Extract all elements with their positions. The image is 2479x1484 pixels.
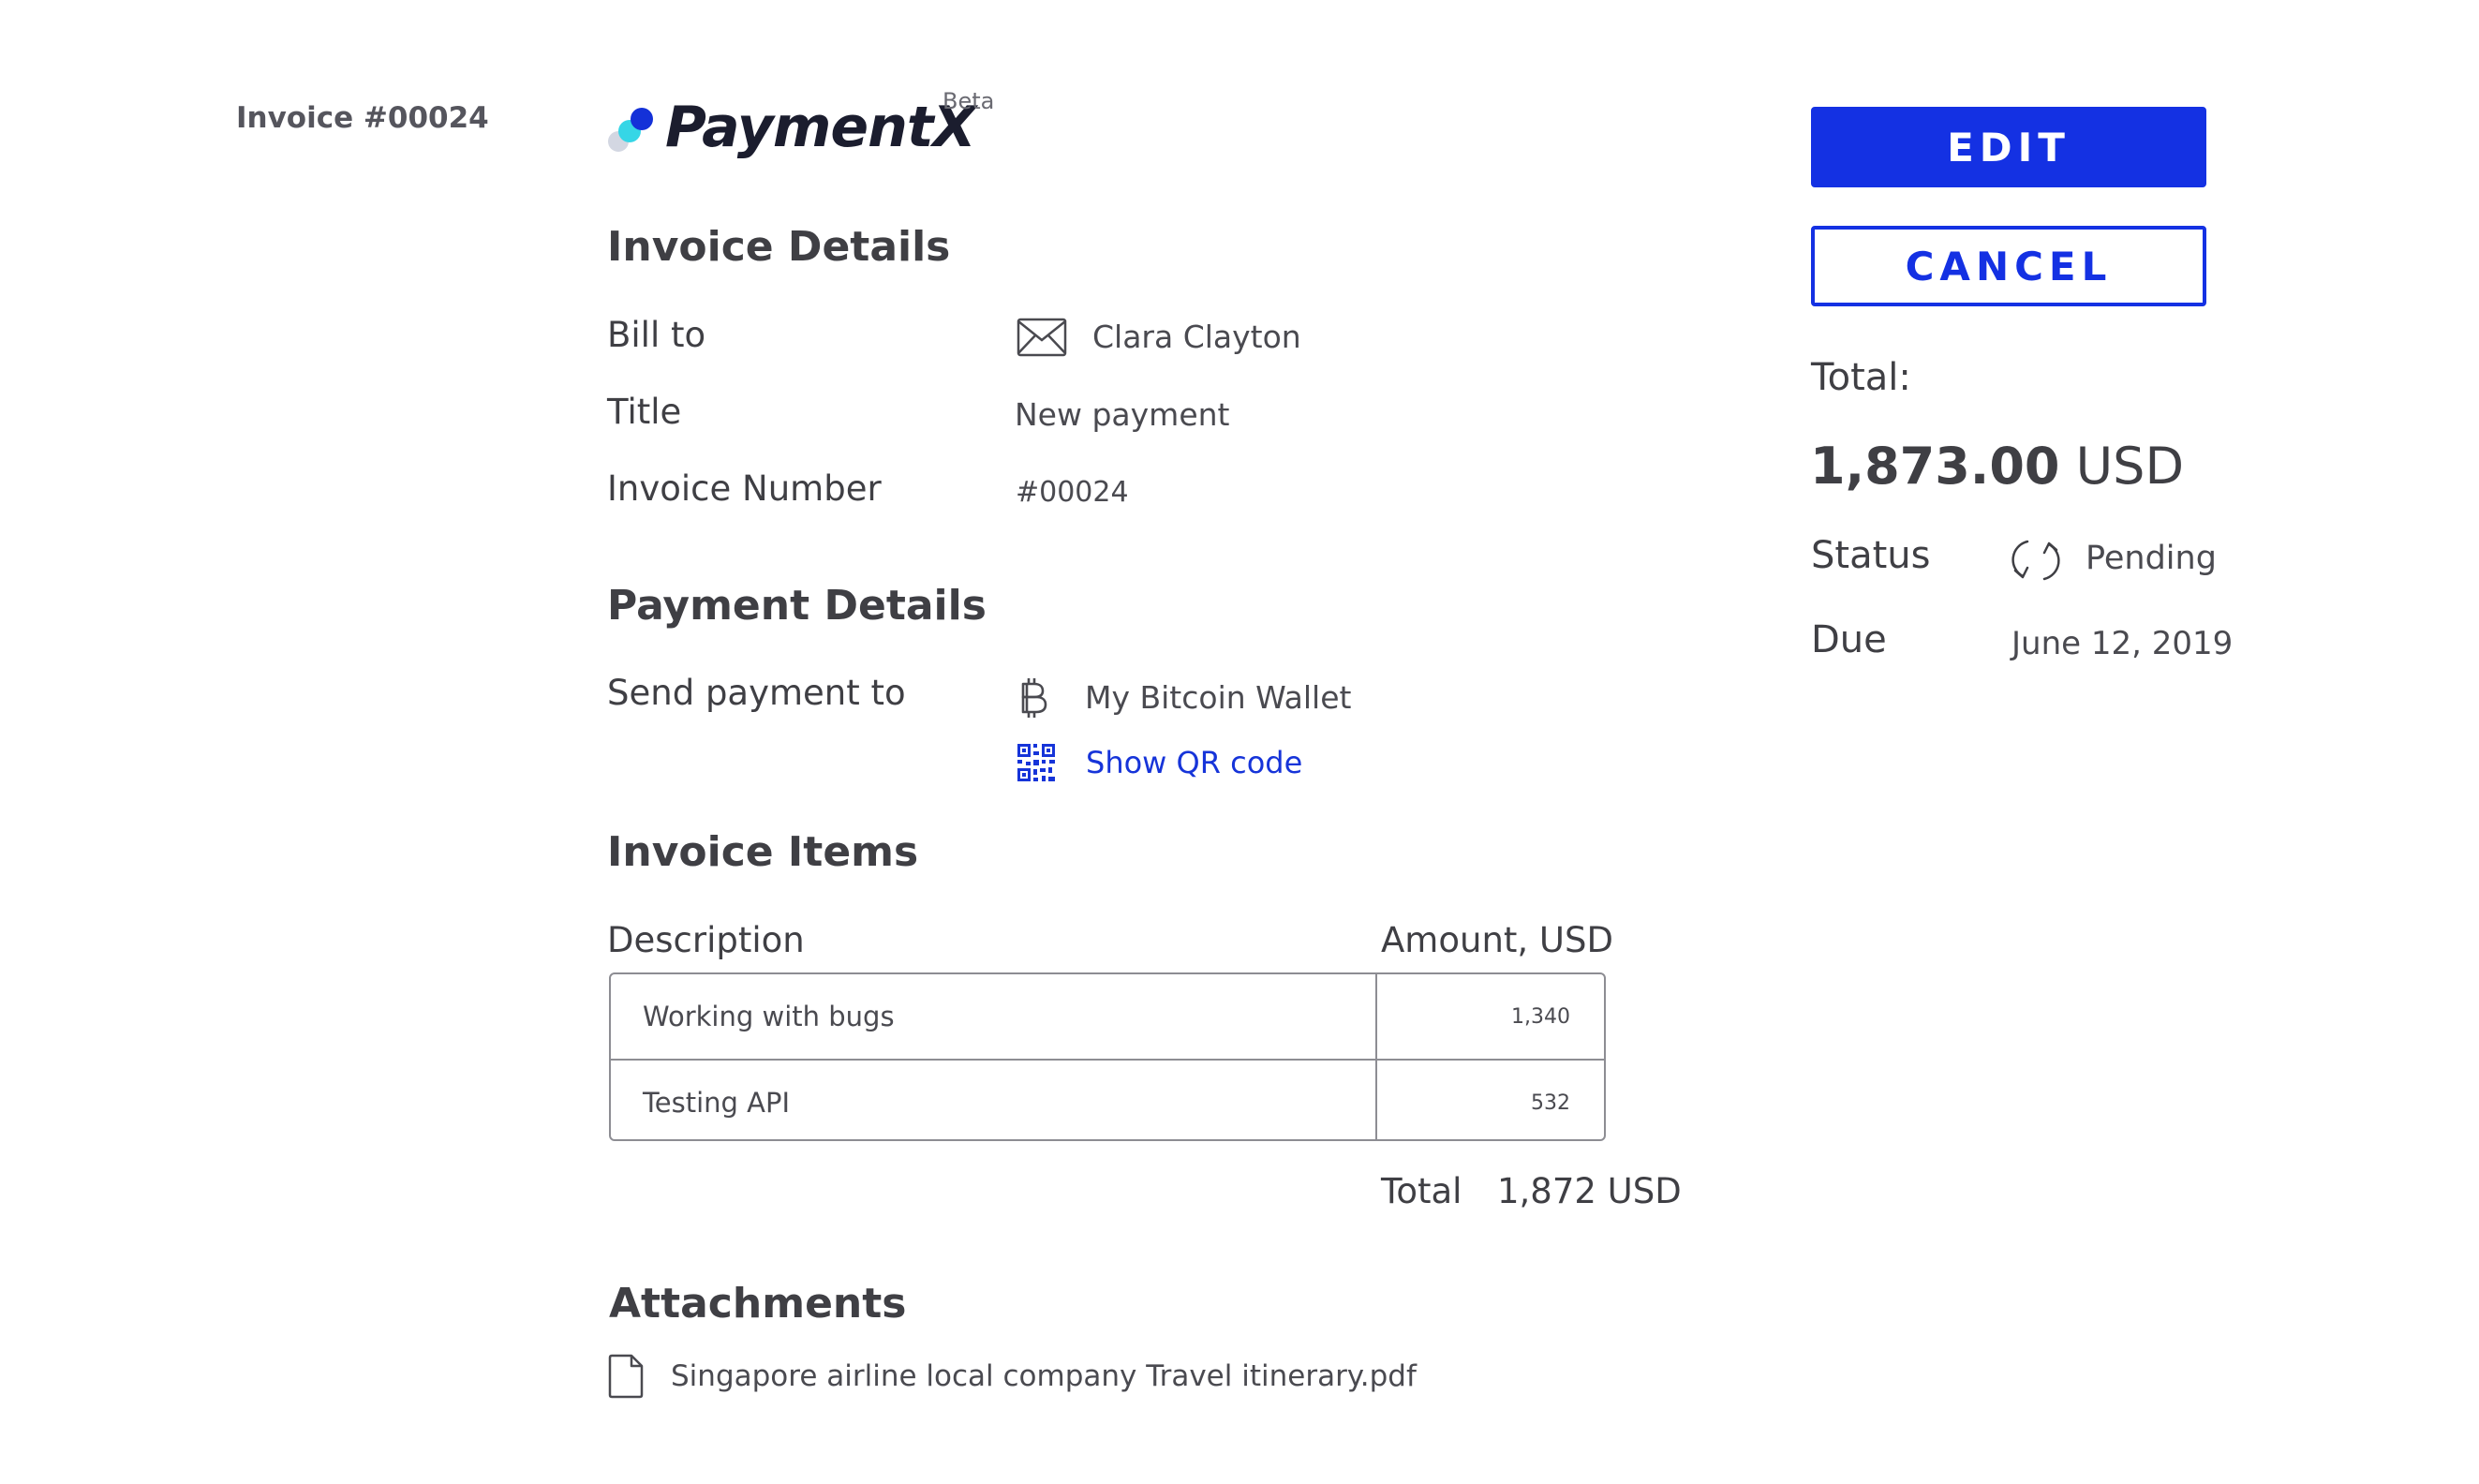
edit-button[interactable]: EDIT	[1811, 107, 2206, 187]
beta-badge: Beta	[943, 88, 995, 114]
invoice-items-table: Working with bugs 1,340 Testing API 532	[609, 972, 1606, 1141]
item-amount: 1,340	[1511, 1004, 1570, 1029]
due-date-value: June 12, 2019	[2011, 625, 2234, 662]
attachment-file-link[interactable]: Singapore airline local company Travel i…	[671, 1359, 1417, 1393]
column-header-amount: Amount, USD	[1381, 920, 1613, 960]
bill-to-value: Clara Clayton	[1092, 319, 1301, 355]
summary-total-amount: 1,873.00 USD	[1810, 437, 2184, 496]
table-row: Working with bugs 1,340	[611, 974, 1604, 1059]
title-value: New payment	[1015, 396, 1230, 433]
title-label: Title	[607, 392, 682, 432]
item-amount: 532	[1531, 1091, 1570, 1115]
send-payment-label: Send payment to	[607, 673, 906, 713]
brand-logo: PaymentX	[605, 90, 976, 165]
show-qr-code-link[interactable]: Show QR code	[1086, 745, 1302, 780]
envelope-icon	[1017, 318, 1067, 361]
item-description: Testing API	[611, 1061, 1377, 1139]
summary-total-label: Total:	[1811, 356, 1911, 399]
attachments-heading: Attachments	[609, 1280, 907, 1328]
wallet-name: My Bitcoin Wallet	[1085, 679, 1352, 716]
bitcoin-icon	[1017, 676, 1048, 723]
status-label: Status	[1811, 534, 1931, 577]
bill-to-label: Bill to	[607, 315, 706, 355]
refresh-icon	[2011, 535, 2061, 589]
summary-total-number: 1,873.00	[1810, 437, 2060, 496]
qr-code-icon[interactable]	[1017, 744, 1055, 785]
brand-name: PaymentX	[665, 95, 976, 160]
due-label: Due	[1811, 618, 1887, 661]
status-value: Pending	[2086, 540, 2217, 577]
column-header-description: Description	[607, 920, 805, 960]
table-row: Testing API 532	[611, 1059, 1604, 1139]
invoice-number-value: #00024	[1016, 476, 1129, 509]
invoice-number-label: Invoice Number	[607, 468, 882, 509]
file-icon	[607, 1354, 645, 1402]
summary-total-currency: USD	[2075, 437, 2185, 496]
invoice-page: Invoice #00024 PaymentX Beta Invoice Det…	[0, 0, 2479, 1484]
item-description: Working with bugs	[611, 974, 1377, 1059]
invoice-items-heading: Invoice Items	[607, 828, 919, 876]
sidebar-invoice-label: Invoice #00024	[236, 101, 489, 135]
cancel-button[interactable]: CANCEL	[1811, 226, 2206, 306]
items-total-value: 1,872 USD	[1497, 1171, 1682, 1211]
items-total-label: Total	[1381, 1171, 1462, 1211]
payment-details-heading: Payment Details	[607, 582, 987, 630]
invoice-details-heading: Invoice Details	[607, 223, 951, 271]
logo-mark-icon	[605, 99, 658, 156]
